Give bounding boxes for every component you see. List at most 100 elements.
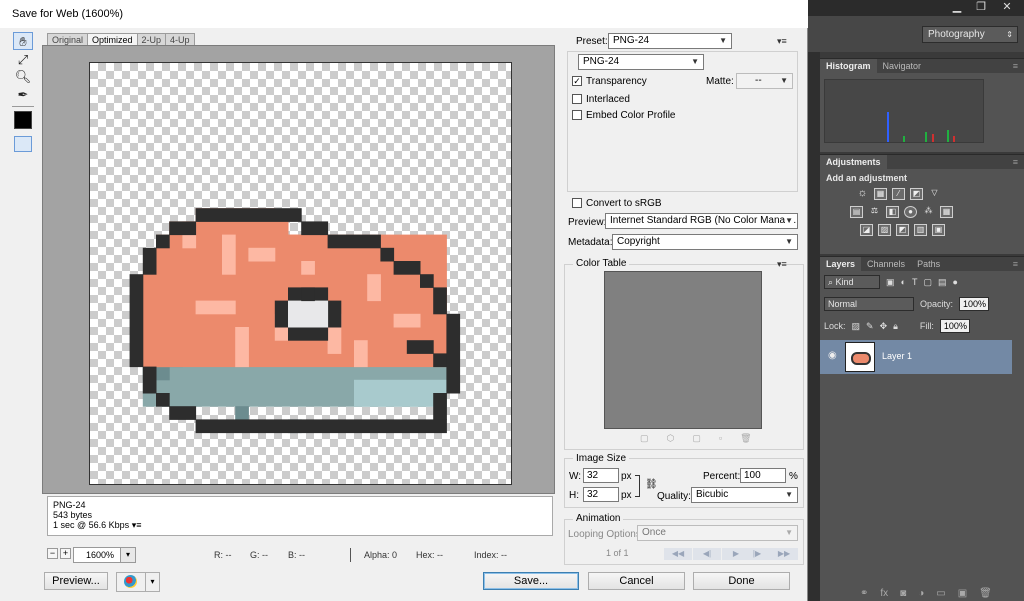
channel-mixer-icon[interactable]: ⁂ <box>922 206 935 218</box>
convert-srgb-checkbox[interactable] <box>572 198 582 208</box>
shape-filter-icon[interactable]: ▢ <box>923 277 932 288</box>
last-frame-icon[interactable]: ▶▶ <box>770 548 798 560</box>
previous-frame-icon[interactable]: ◀| <box>693 548 721 560</box>
smart-object-filter-icon[interactable]: ▤ <box>938 277 947 288</box>
eyedropper-tool-icon[interactable]: ✒ <box>13 86 33 104</box>
blend-mode-select[interactable]: Normal <box>824 297 914 311</box>
tab-layers[interactable]: Layers <box>820 257 862 271</box>
dialog-title-bar: Save for Web (1600%) <box>0 0 808 28</box>
delete-color-icon[interactable]: 🗑︎ <box>740 433 751 444</box>
color-balance-icon[interactable]: ⚖ <box>868 206 881 218</box>
type-filter-icon[interactable]: T <box>912 277 918 287</box>
brightness-icon[interactable]: ☼ <box>856 188 869 200</box>
outline-pixel <box>433 353 447 368</box>
new-layer-icon[interactable]: ▣ <box>958 588 967 599</box>
delete-layer-icon[interactable]: 🗑︎ <box>979 588 992 599</box>
gradient-map-icon[interactable]: ▥ <box>914 224 927 236</box>
lock-image-icon[interactable]: ✎ <box>866 321 874 332</box>
posterize-icon[interactable]: ▨ <box>878 224 891 236</box>
workspace-select[interactable]: Photography ⇕ <box>922 26 1018 43</box>
optimize-menu-icon[interactable]: ▾≡ <box>777 36 787 47</box>
eye-icon[interactable]: ◉ <box>828 350 837 361</box>
tab-channels[interactable]: Channels <box>861 257 911 271</box>
lock-all-icon[interactable]: 🔒︎ <box>893 321 898 332</box>
lock-transparent-icon[interactable]: ▨ <box>852 321 861 332</box>
vibrance-icon[interactable]: ▽ <box>928 188 941 200</box>
hue-saturation-icon[interactable]: ▤ <box>850 206 863 218</box>
eyedropper-color-swatch[interactable] <box>14 111 32 129</box>
transparency-checkbox[interactable]: ✓ <box>572 76 582 86</box>
file-format-select[interactable]: PNG-24 ▼ <box>578 54 704 70</box>
ps-title-bar: ▁ ❐ ✕ <box>808 0 1024 16</box>
zoom-out-button[interactable]: − <box>47 548 58 559</box>
restore-icon[interactable]: ❐ <box>968 0 994 14</box>
done-button[interactable]: Done <box>693 572 790 590</box>
toggle-slices-icon[interactable] <box>14 136 32 152</box>
save-button[interactable]: Save... <box>483 572 579 590</box>
image-preview[interactable] <box>89 62 512 485</box>
width-field[interactable]: 32 <box>583 468 619 483</box>
panel-menu-icon[interactable]: ≡ <box>1007 155 1024 169</box>
status-divider <box>350 548 351 562</box>
link-layers-icon[interactable]: ⚭ <box>860 588 868 599</box>
next-frame-icon[interactable]: |▶ <box>743 548 771 560</box>
zoom-in-button[interactable]: + <box>60 548 71 559</box>
map-transparent-icon[interactable]: ▢ <box>640 433 649 444</box>
slice-select-tool-icon[interactable]: ⤢ <box>13 51 33 69</box>
color-lookup-icon[interactable]: ▦ <box>940 206 953 218</box>
invert-icon[interactable]: ◪ <box>860 224 873 236</box>
lock-position-icon[interactable]: ✥ <box>880 321 888 332</box>
exposure-icon[interactable]: ◩ <box>910 188 923 200</box>
metadata-select[interactable]: Copyright ▼ <box>612 234 798 250</box>
link-icon[interactable]: ⛓︎ <box>645 479 658 490</box>
photo-filter-icon[interactable]: ● <box>904 206 917 218</box>
cancel-button[interactable]: Cancel <box>588 572 685 590</box>
interlaced-checkbox[interactable] <box>572 94 582 104</box>
panel-menu-icon[interactable]: ≡ <box>1007 257 1024 271</box>
color-table-swatches[interactable] <box>604 271 762 429</box>
opacity-field[interactable]: 100% <box>959 297 990 311</box>
download-speed-menu-icon[interactable]: ▾≡ <box>132 520 142 530</box>
close-icon[interactable]: ✕ <box>994 0 1020 14</box>
hand-tool-icon[interactable]: ✋︎ <box>13 32 33 50</box>
percent-field[interactable]: 100 <box>740 468 786 483</box>
looping-select[interactable]: Once ▼ <box>637 525 798 541</box>
mask-icon[interactable]: ◙ <box>900 588 906 599</box>
minimize-icon[interactable]: ▁ <box>944 0 970 14</box>
filter-toggle-icon[interactable]: ● <box>952 277 957 287</box>
fx-icon[interactable]: fx <box>880 588 888 599</box>
black-white-icon[interactable]: ◧ <box>886 206 899 218</box>
panel-menu-icon[interactable]: ≡ <box>1007 59 1024 73</box>
curves-icon[interactable]: ⁄ <box>892 188 905 200</box>
first-frame-icon[interactable]: ◀◀ <box>664 548 692 560</box>
embed-color-profile-checkbox[interactable] <box>572 110 582 120</box>
fill-field[interactable]: 100% <box>939 319 970 333</box>
tab-navigator[interactable]: Navigator <box>877 59 928 73</box>
web-shift-icon[interactable]: ⬡ <box>667 433 675 444</box>
layer-filter-kind[interactable]: ⌕ Kind <box>824 275 880 289</box>
matte-select[interactable]: -- ▼ <box>736 73 793 89</box>
lock-color-icon[interactable]: ▢ <box>692 433 701 444</box>
tab-histogram[interactable]: Histogram <box>820 59 877 73</box>
layer-item[interactable]: ◉ Layer 1 <box>820 340 1012 374</box>
pixel-filter-icon[interactable]: ▣ <box>886 277 895 288</box>
browser-preview-button[interactable]: ▾ <box>116 572 160 592</box>
preview-profile-select[interactable]: Internet Standard RGB (No Color Manag...… <box>605 213 798 229</box>
threshold-icon[interactable]: ◩ <box>896 224 909 236</box>
chevron-down-icon[interactable]: ▾ <box>120 547 136 563</box>
quality-select[interactable]: Bicubic ▼ <box>691 487 798 503</box>
preview-button[interactable]: Preview... <box>44 572 108 590</box>
tab-adjustments[interactable]: Adjustments <box>820 155 887 169</box>
chevron-down-icon[interactable]: ▾ <box>145 573 159 591</box>
adjustment-filter-icon[interactable]: ◐ <box>901 277 906 287</box>
adjustment-layer-icon[interactable]: ◑ <box>918 588 924 599</box>
new-color-icon[interactable]: ▫ <box>719 433 722 444</box>
group-icon[interactable]: ▭ <box>936 588 945 599</box>
color-table-menu-icon[interactable]: ▾≡ <box>777 259 787 270</box>
zoom-tool-icon[interactable]: 🔍︎ <box>13 68 33 86</box>
tab-paths[interactable]: Paths <box>911 257 946 271</box>
preset-select[interactable]: PNG-24 ▼ <box>608 33 732 49</box>
levels-icon[interactable]: ▦ <box>874 188 887 200</box>
height-field[interactable]: 32 <box>583 487 619 502</box>
selective-color-icon[interactable]: ▣ <box>932 224 945 236</box>
